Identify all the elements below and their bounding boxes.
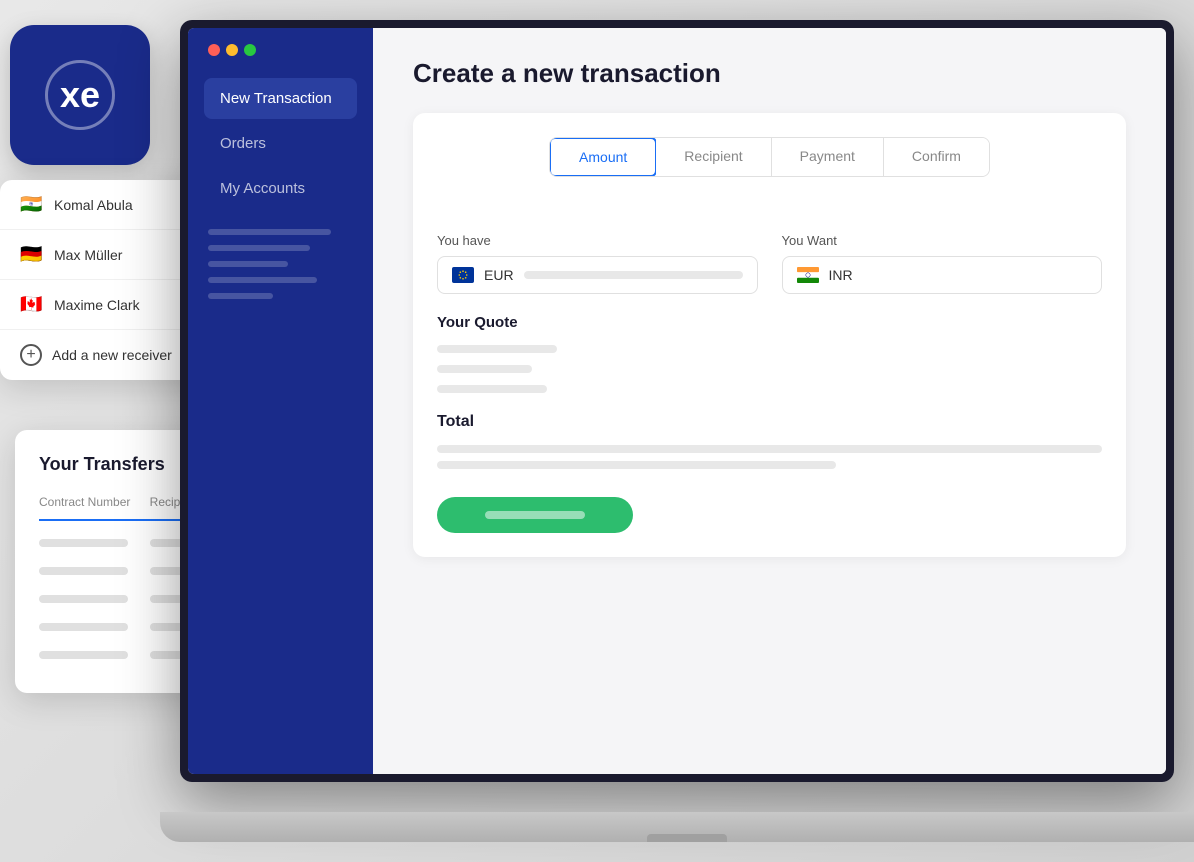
quote-line-1 (437, 345, 557, 353)
quote-line-2 (437, 365, 532, 373)
from-flag (452, 267, 474, 283)
sidebar-nav: New Transaction Orders My Accounts (188, 78, 373, 209)
add-receiver-label: Add a new receiver (52, 347, 172, 363)
contract-cell (39, 595, 128, 603)
tab-amount-label: Amount (579, 149, 627, 165)
receiver-name-3: Maxime Clark (54, 297, 194, 313)
flag-canada: 🇨🇦 (20, 294, 44, 315)
you-have-label: You have (437, 233, 758, 248)
tab-payment-label: Payment (800, 148, 855, 164)
laptop-base (160, 812, 1194, 842)
flag-germany: 🇩🇪 (20, 244, 44, 265)
tab-container: Amount Recipient Payment Confirm (437, 137, 1102, 205)
transfers-title: Your Transfers (39, 454, 165, 475)
sidebar-item-label-0: New Transaction (220, 90, 332, 107)
tab-amount[interactable]: Amount (549, 137, 657, 177)
you-want-label: You Want (782, 233, 1103, 248)
sidebar-line (208, 277, 317, 283)
receiver-name-2: Max Müller (54, 247, 187, 263)
laptop-screen: New Transaction Orders My Accounts (180, 20, 1174, 782)
continue-btn-inner (485, 511, 585, 519)
quote-section: Your Quote (437, 314, 1102, 393)
you-want-group: You Want (782, 233, 1103, 294)
contract-cell (39, 539, 128, 547)
total-section: Total (437, 413, 1102, 469)
xe-logo: xe (45, 60, 115, 130)
tab-confirm[interactable]: Confirm (884, 138, 989, 176)
contract-cell (39, 651, 128, 659)
xe-logo-card: xe (10, 25, 150, 165)
sidebar-item-new-transaction[interactable]: New Transaction (204, 78, 357, 119)
traffic-light-yellow[interactable] (226, 44, 238, 56)
tab-recipient[interactable]: Recipient (656, 138, 771, 176)
add-icon: + (20, 344, 42, 366)
sidebar-line (208, 229, 331, 235)
from-currency-code: EUR (484, 267, 514, 283)
continue-button[interactable] (437, 497, 633, 533)
tab-confirm-label: Confirm (912, 148, 961, 164)
sidebar-line (208, 293, 273, 299)
traffic-light-green[interactable] (244, 44, 256, 56)
tab-payment[interactable]: Payment (772, 138, 884, 176)
traffic-lights (208, 44, 256, 56)
page-title: Create a new transaction (413, 58, 1126, 89)
sidebar-item-label-1: Orders (220, 135, 266, 152)
laptop-frame: New Transaction Orders My Accounts (180, 20, 1194, 842)
tab-recipient-label: Recipient (684, 148, 742, 164)
sidebar-item-orders[interactable]: Orders (204, 123, 357, 164)
contract-cell (39, 623, 128, 631)
sidebar-line (208, 261, 288, 267)
flag-india: 🇮🇳 (20, 194, 44, 215)
laptop-screen-inner: New Transaction Orders My Accounts (188, 28, 1166, 774)
total-line-2 (437, 461, 836, 469)
you-have-group: You have (437, 233, 758, 294)
sidebar-lines (188, 229, 373, 299)
laptop-notch (647, 834, 727, 842)
traffic-light-red[interactable] (208, 44, 220, 56)
main-content: Create a new transaction Amount Recipien… (373, 28, 1166, 774)
sidebar: New Transaction Orders My Accounts (188, 28, 373, 774)
to-flag (797, 267, 819, 283)
amount-input-placeholder[interactable] (524, 271, 743, 279)
transaction-card: Amount Recipient Payment Confirm (413, 113, 1126, 557)
quote-line-3 (437, 385, 547, 393)
contract-cell (39, 567, 128, 575)
sidebar-item-my-accounts[interactable]: My Accounts (204, 168, 357, 209)
sidebar-item-label-2: My Accounts (220, 180, 305, 197)
xe-logo-text: xe (60, 74, 100, 116)
sidebar-line (208, 245, 310, 251)
to-currency-code: INR (829, 267, 853, 283)
currency-form-row: You have (437, 233, 1102, 294)
tab-bar: Amount Recipient Payment Confirm (549, 137, 990, 177)
total-label: Total (437, 413, 1102, 431)
quote-title: Your Quote (437, 314, 1102, 331)
total-line-1 (437, 445, 1102, 453)
col-header-contract: Contract Number (39, 495, 150, 509)
